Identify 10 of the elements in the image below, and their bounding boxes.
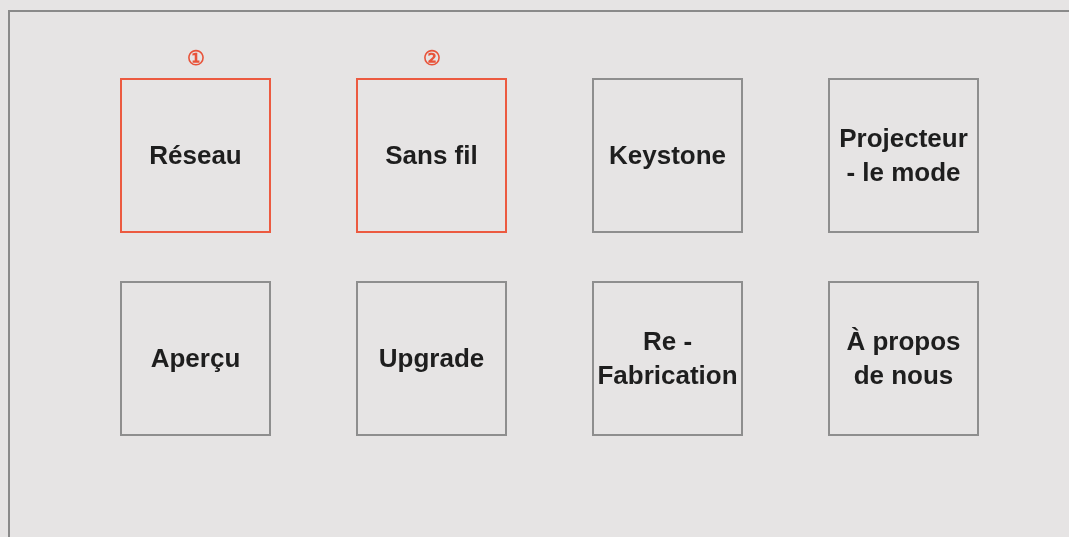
menu-tile[interactable]: Re - Fabrication xyxy=(592,281,743,436)
menu-tile[interactable]: Réseau xyxy=(120,78,271,233)
step-number: ② xyxy=(422,46,441,71)
menu-tile[interactable]: Upgrade xyxy=(356,281,507,436)
step-number: ① xyxy=(186,46,205,71)
menu-tile[interactable]: Aperçu xyxy=(120,281,271,436)
menu-tile[interactable]: À propos de nous xyxy=(828,281,979,436)
menu-tile[interactable]: Sans fil xyxy=(356,78,507,233)
menu-tile[interactable]: Projecteur - le mode xyxy=(828,78,979,233)
menu-tile[interactable]: Keystone xyxy=(592,78,743,233)
